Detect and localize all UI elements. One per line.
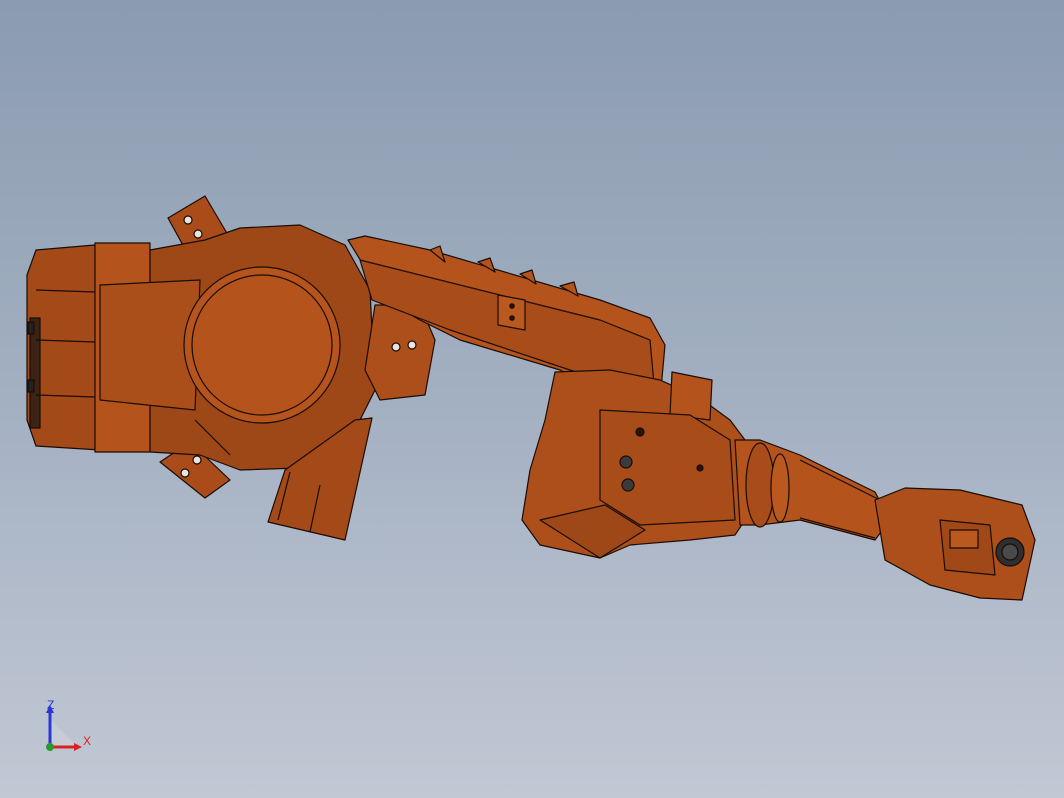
- robot-arm-model[interactable]: [0, 0, 1064, 798]
- forearm-tube[interactable]: [734, 439, 891, 541]
- coordinate-triad: Z X: [40, 695, 100, 755]
- x-axis-label: X: [83, 734, 92, 748]
- tool-flange[interactable]: [874, 487, 1036, 601]
- wrist-housing[interactable]: [521, 369, 746, 559]
- z-axis-label: Z: [47, 698, 55, 712]
- graphics-viewport[interactable]: Z X: [0, 0, 1064, 798]
